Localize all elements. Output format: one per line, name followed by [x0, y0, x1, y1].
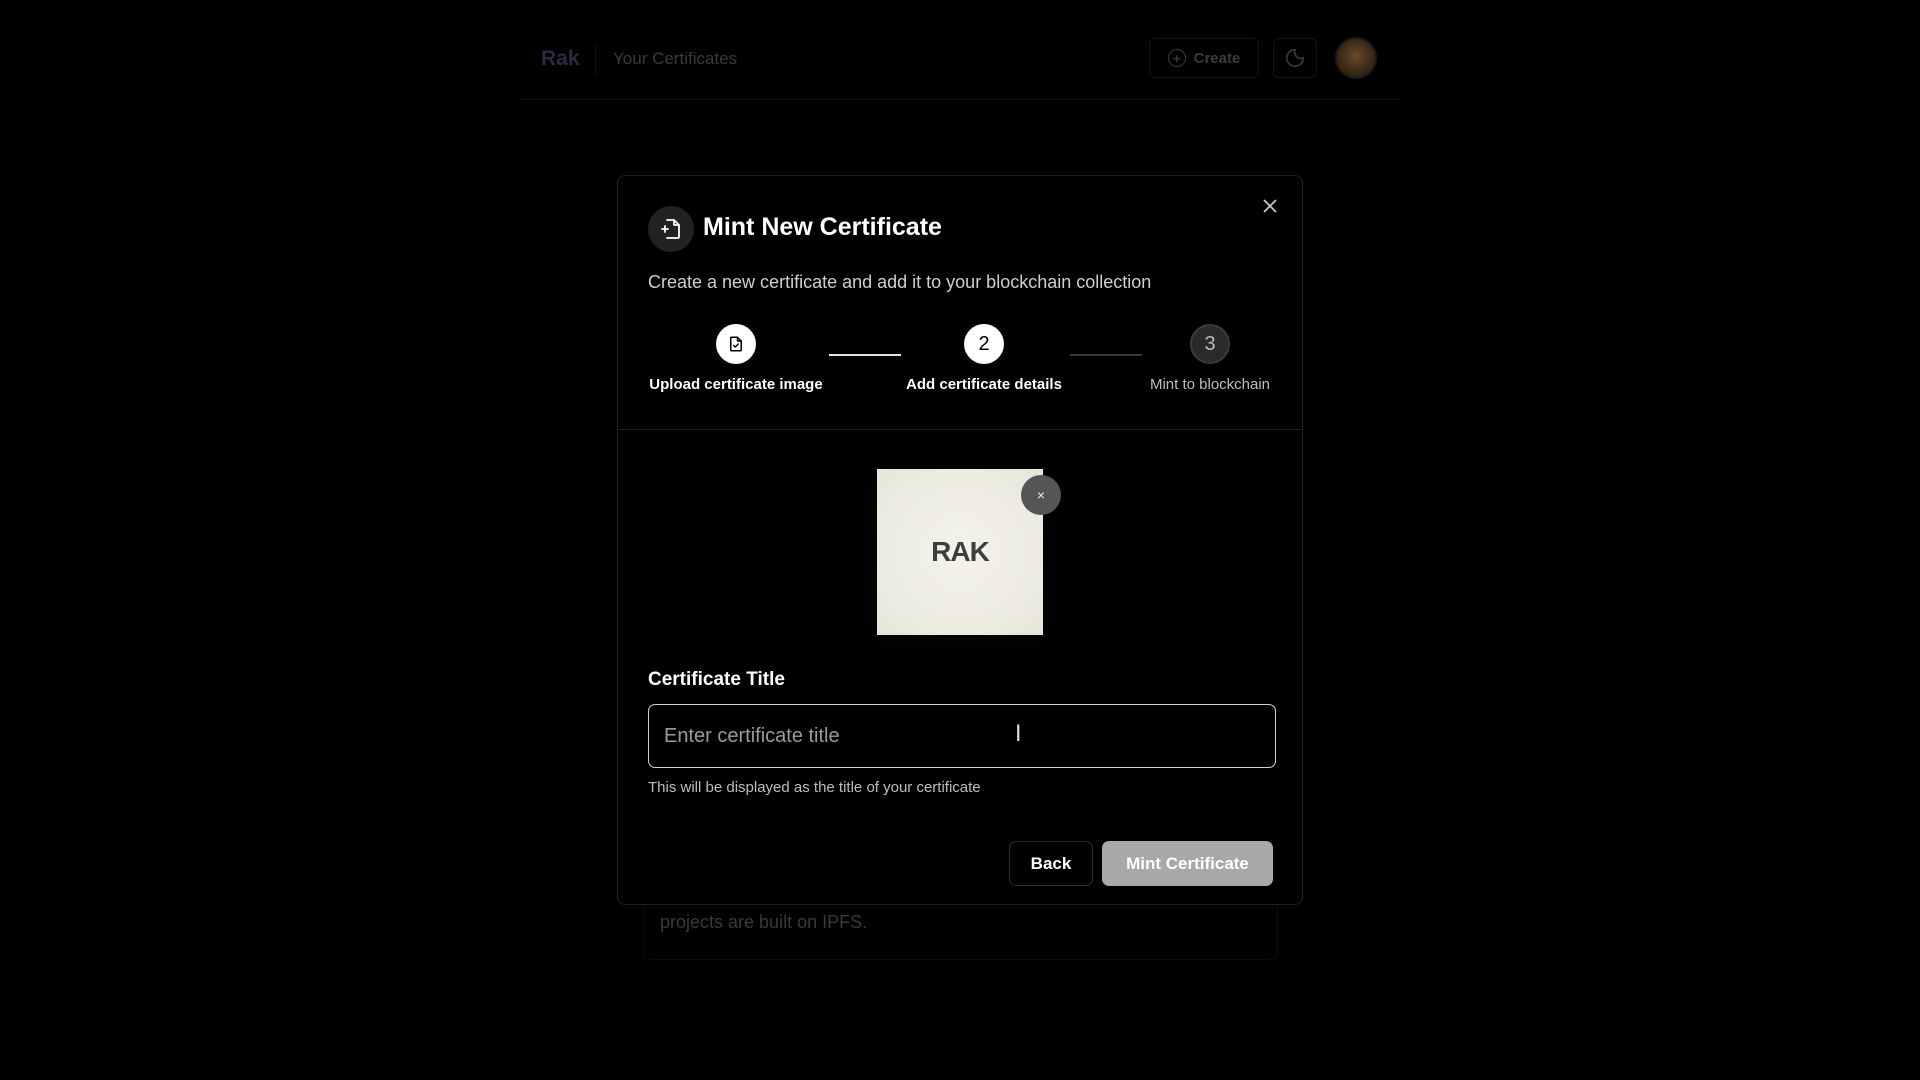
nav-divider	[595, 46, 596, 74]
moon-sun-icon	[1285, 48, 1305, 68]
top-navigation: Rak Your Certificates + Create	[520, 37, 1400, 100]
brand-logo[interactable]: Rak	[541, 47, 580, 71]
theme-toggle-button[interactable]	[1273, 38, 1317, 78]
avatar[interactable]	[1335, 37, 1377, 79]
step-3-label: Mint to blockchain	[1149, 376, 1271, 393]
dialog-subtitle: Create a new certificate and add it to y…	[648, 272, 1152, 292]
certificate-title-input[interactable]	[648, 704, 1276, 768]
certificate-title-label: Certificate Title	[648, 669, 785, 690]
certificate-image-preview: RAK	[877, 469, 1043, 635]
step-1-circle	[716, 324, 756, 364]
step-2-circle: 2	[964, 324, 1004, 364]
remove-image-button[interactable]: ×	[1021, 475, 1061, 515]
step-2-label: Add certificate details	[906, 376, 1062, 393]
step-details: 2 Add certificate details	[904, 324, 1064, 393]
preview-logo: RAK	[931, 536, 990, 567]
step-mint: 3 Mint to blockchain	[1145, 324, 1275, 393]
step-connector-2	[1070, 354, 1142, 356]
file-plus-icon	[661, 219, 680, 239]
close-icon: ×	[1036, 487, 1046, 503]
close-icon	[1263, 199, 1277, 213]
step-connector-1	[829, 354, 901, 356]
mint-certificate-button[interactable]: Mint Certificate	[1102, 841, 1273, 886]
dialog-title: Mint New Certificate	[703, 213, 942, 241]
step-upload: Upload certificate image	[648, 324, 824, 393]
create-label: Create	[1193, 49, 1241, 67]
nav-page-title[interactable]: Your Certificates	[613, 49, 737, 69]
create-button[interactable]: + Create	[1149, 38, 1259, 78]
certificate-title-helper: This will be displayed as the title of y…	[648, 779, 981, 796]
dialog-divider	[618, 429, 1302, 430]
step-1-label: Upload certificate image	[649, 376, 823, 393]
background-card-text: projects are built on IPFS.	[660, 912, 868, 932]
back-button[interactable]: Back	[1009, 841, 1093, 886]
text-cursor-icon: I	[1015, 722, 1022, 747]
mint-certificate-dialog: Mint New Certificate Create a new certif…	[617, 175, 1303, 905]
close-button[interactable]	[1258, 194, 1282, 218]
step-3-circle: 3	[1190, 324, 1230, 364]
header-icon-badge	[648, 206, 694, 252]
file-check-icon	[730, 336, 742, 352]
plus-circle-icon: +	[1167, 49, 1186, 67]
